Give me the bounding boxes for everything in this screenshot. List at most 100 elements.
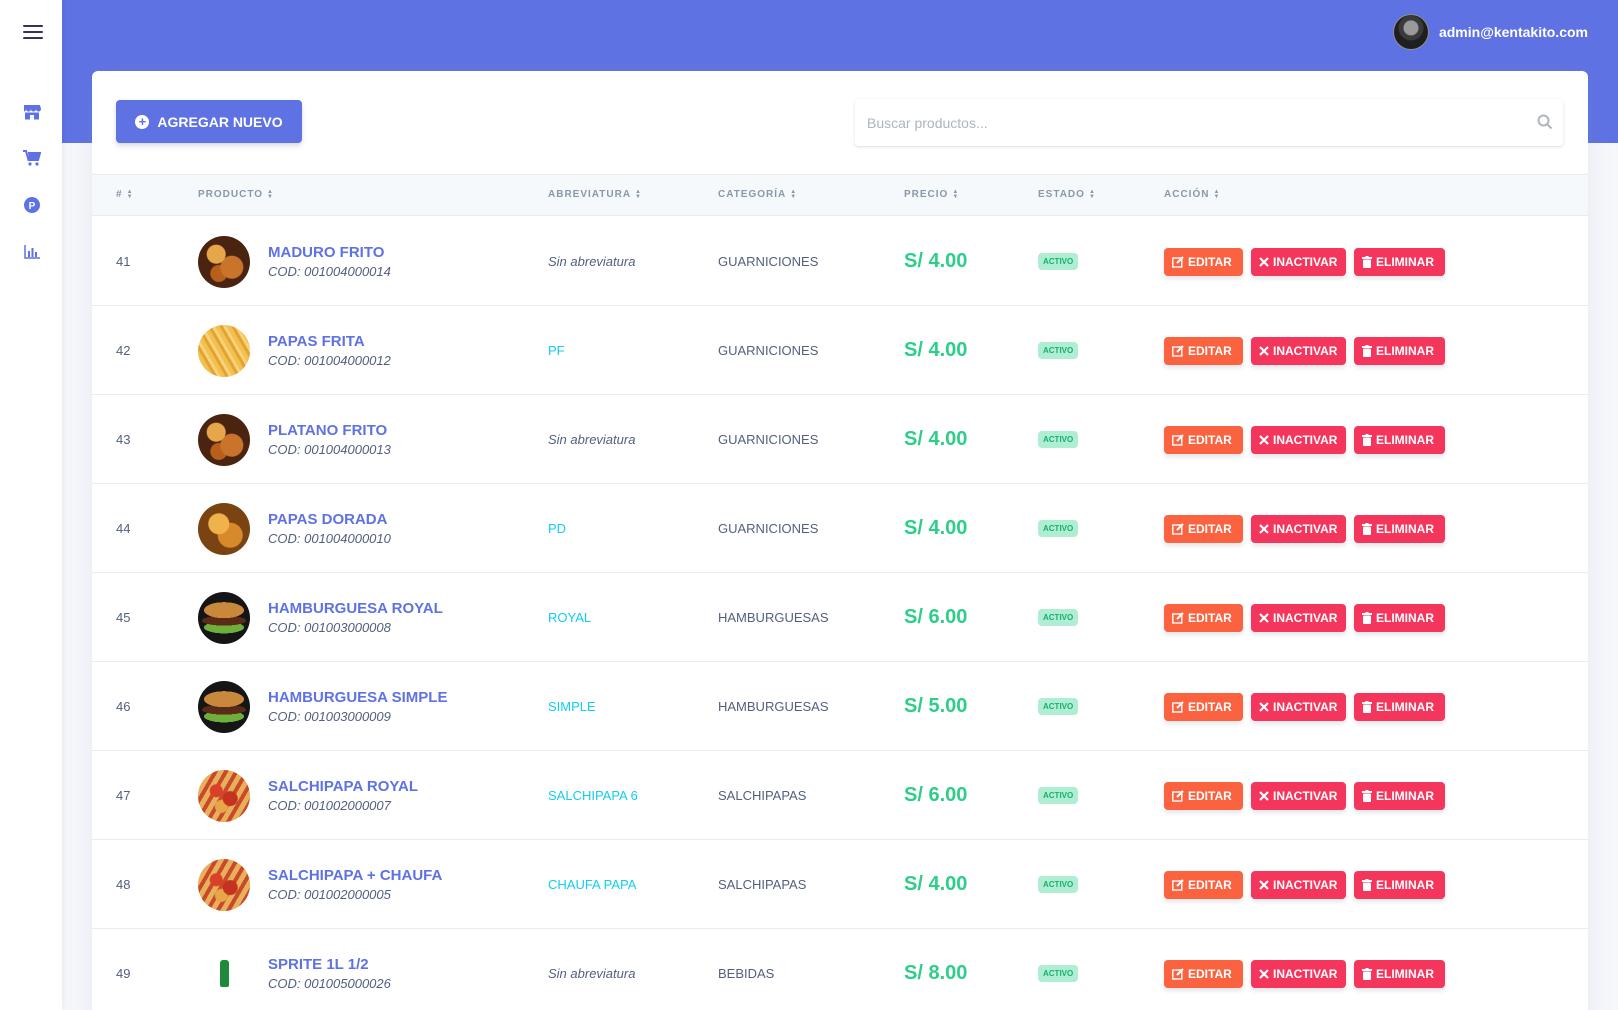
inactivate-button[interactable]: INACTIVAR [1251, 247, 1346, 276]
close-icon [1259, 523, 1269, 534]
product-name[interactable]: SALCHIPAPA + CHAUFA [268, 867, 442, 884]
edit-button[interactable]: EDITAR [1164, 514, 1243, 543]
product-abbreviation: SIMPLE [548, 699, 596, 714]
product-image [198, 324, 250, 377]
delete-label: ELIMINAR [1376, 610, 1434, 625]
delete-button[interactable]: ELIMINAR [1354, 336, 1445, 365]
header-category-label: CATEGORÍA [718, 189, 787, 200]
add-new-label: AGREGAR NUEVO [157, 113, 283, 130]
product-name[interactable]: SALCHIPAPA ROYAL [268, 778, 418, 795]
edit-button[interactable]: EDITAR [1164, 247, 1243, 276]
abbreviation-cell: PD [548, 484, 566, 573]
inactivate-button[interactable]: INACTIVAR [1251, 514, 1346, 543]
product-code: COD: 001004000012 [268, 353, 391, 368]
edit-button[interactable]: EDITAR [1164, 959, 1243, 988]
header-num[interactable]: # ▲ ▼ [116, 189, 134, 201]
product-cell: PLATANO FRITO COD: 001004000013 [198, 395, 391, 484]
trash-icon [1362, 611, 1372, 624]
product-image [198, 502, 250, 555]
product-category: HAMBURGUESAS [718, 699, 829, 714]
edit-button[interactable]: EDITAR [1164, 336, 1243, 365]
inactivate-label: INACTIVAR [1273, 877, 1338, 892]
edit-button[interactable]: EDITAR [1164, 425, 1243, 454]
delete-button[interactable]: ELIMINAR [1354, 781, 1445, 810]
product-code: COD: 001002000005 [268, 887, 391, 902]
delete-button[interactable]: ELIMINAR [1354, 870, 1445, 899]
product-cell: SALCHIPAPA ROYAL COD: 001002000007 [198, 751, 418, 840]
inactivate-button[interactable]: INACTIVAR [1251, 425, 1346, 454]
status-badge: ACTIVO [1038, 876, 1079, 893]
header-action[interactable]: ACCIÓN ▲ ▼ [1164, 189, 1220, 201]
product-code: COD: 001004000014 [268, 264, 391, 279]
store-icon[interactable] [20, 100, 44, 124]
delete-button[interactable]: ELIMINAR [1354, 425, 1445, 454]
row-number: 45 [116, 610, 131, 625]
inactivate-button[interactable]: INACTIVAR [1251, 870, 1346, 899]
product-price: S/ 4.00 [904, 428, 968, 450]
product-name[interactable]: PLATANO FRITO [268, 422, 391, 439]
trash-icon [1362, 700, 1372, 713]
header-status[interactable]: ESTADO ▲ ▼ [1038, 189, 1096, 201]
user-email[interactable]: admin@kentakito.com [1439, 24, 1588, 40]
header-category[interactable]: CATEGORÍA ▲ ▼ [718, 189, 797, 201]
delete-button[interactable]: ELIMINAR [1354, 247, 1445, 276]
abbreviation-cell: Sin abreviatura [548, 395, 635, 484]
product-price: S/ 8.00 [904, 962, 968, 984]
product-abbreviation: Sin abreviatura [548, 966, 636, 981]
delete-button[interactable]: ELIMINAR [1354, 959, 1445, 988]
actions-cell: EDITAR INACTIVAR ELIMINAR [1164, 217, 1445, 306]
row-number: 41 [116, 254, 131, 269]
product-name[interactable]: MADURO FRITO [268, 244, 391, 261]
edit-button[interactable]: EDITAR [1164, 603, 1243, 632]
product-cell: MADURO FRITO COD: 001004000014 [198, 217, 391, 306]
status-cell: ACTIVO [1038, 840, 1079, 929]
edit-label: EDITAR [1188, 432, 1232, 447]
product-code: COD: 001003000009 [268, 709, 391, 724]
product-name[interactable]: PAPAS FRITA [268, 333, 391, 350]
delete-button[interactable]: ELIMINAR [1354, 692, 1445, 721]
header-action-label: ACCIÓN [1164, 189, 1210, 200]
header-product-label: PRODUCTO [198, 189, 264, 200]
status-badge: ACTIVO [1038, 965, 1079, 982]
inactivate-button[interactable]: INACTIVAR [1251, 603, 1346, 632]
edit-button[interactable]: EDITAR [1164, 692, 1243, 721]
table-row: 48 SALCHIPAPA + CHAUFA COD: 001002000005… [92, 840, 1588, 929]
inactivate-button[interactable]: INACTIVAR [1251, 781, 1346, 810]
product-cell: HAMBURGUESA ROYAL COD: 001003000008 [198, 573, 443, 662]
edit-label: EDITAR [1188, 877, 1232, 892]
product-category: GUARNICIONES [718, 521, 819, 536]
edit-button[interactable]: EDITAR [1164, 781, 1243, 810]
product-name[interactable]: SPRITE 1L 1/2 [268, 956, 391, 973]
menu-icon[interactable] [23, 25, 43, 39]
header-product[interactable]: PRODUCTO ▲ ▼ [198, 189, 274, 201]
user-menu[interactable]: admin@kentakito.com [1392, 14, 1588, 50]
product-name[interactable]: HAMBURGUESA ROYAL [268, 600, 443, 617]
status-badge: ACTIVO [1038, 431, 1079, 448]
product-category: HAMBURGUESAS [718, 610, 829, 625]
inactivate-button[interactable]: INACTIVAR [1251, 336, 1346, 365]
inactivate-button[interactable]: INACTIVAR [1251, 959, 1346, 988]
close-icon [1259, 790, 1269, 801]
delete-label: ELIMINAR [1376, 788, 1434, 803]
product-cell: SPRITE 1L 1/2 COD: 001005000026 [198, 929, 391, 1010]
product-name[interactable]: HAMBURGUESA SIMPLE [268, 689, 447, 706]
avatar[interactable] [1392, 14, 1429, 50]
inactivate-label: INACTIVAR [1273, 343, 1338, 358]
chart-icon[interactable] [20, 240, 44, 264]
parking-icon[interactable]: P [20, 193, 44, 217]
product-abbreviation: Sin abreviatura [548, 432, 636, 447]
close-icon [1259, 434, 1269, 445]
add-new-button[interactable]: + AGREGAR NUEVO [116, 100, 302, 143]
delete-button[interactable]: ELIMINAR [1354, 514, 1445, 543]
header-price[interactable]: PRECIO ▲ ▼ [904, 189, 959, 201]
delete-button[interactable]: ELIMINAR [1354, 603, 1445, 632]
status-cell: ACTIVO [1038, 751, 1079, 840]
inactivate-button[interactable]: INACTIVAR [1251, 692, 1346, 721]
status-cell: ACTIVO [1038, 395, 1079, 484]
search-icon[interactable] [1537, 114, 1553, 130]
cart-icon[interactable] [20, 146, 44, 170]
header-abbreviation[interactable]: ABREVIATURA ▲ ▼ [548, 189, 642, 201]
search-input[interactable] [855, 99, 1563, 146]
product-name[interactable]: PAPAS DORADA [268, 511, 391, 528]
edit-button[interactable]: EDITAR [1164, 870, 1243, 899]
